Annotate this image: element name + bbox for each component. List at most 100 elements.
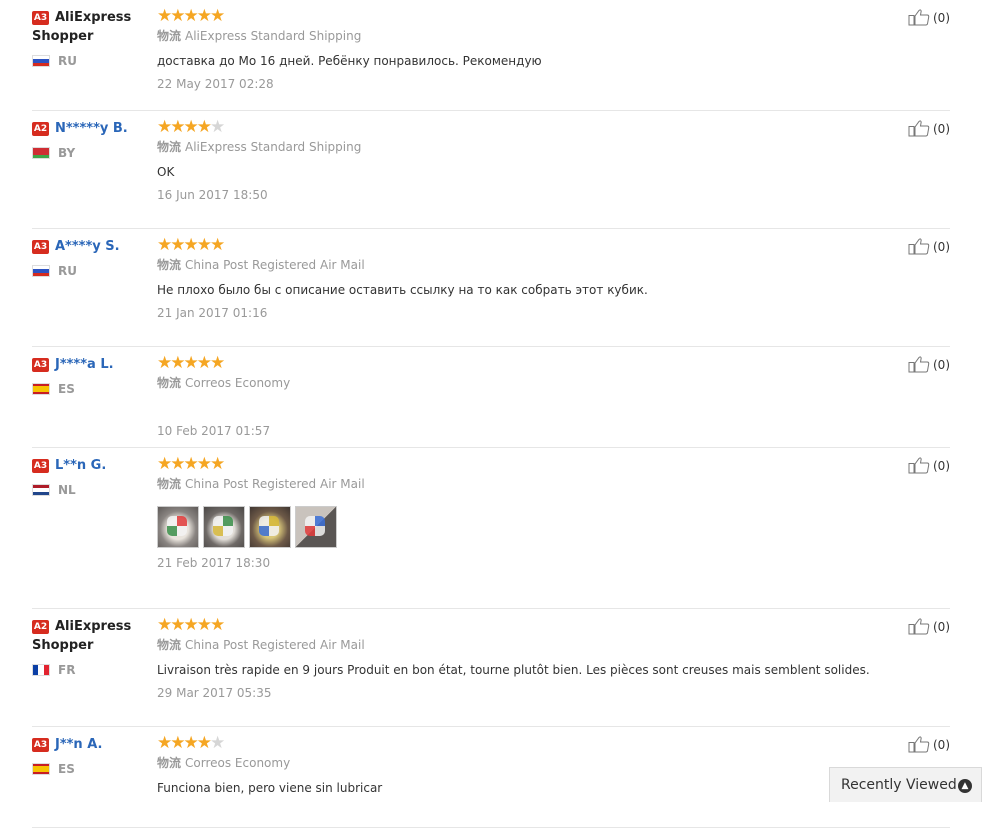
helpful-count: (0) xyxy=(933,358,950,372)
flag-icon xyxy=(32,763,50,775)
shipping-method-label: AliExpress Standard Shipping xyxy=(185,29,362,43)
reviewer-name-row[interactable]: A3 J**n A. xyxy=(32,735,152,754)
helpful-count: (0) xyxy=(933,11,950,25)
helpful-button[interactable]: (0) xyxy=(908,119,950,138)
review-text: доставка до Мо 16 дней. Ребёнку понравил… xyxy=(157,54,542,68)
review-body: ★★★★★ 物流 China Post Registered Air Mail Liv… xyxy=(157,609,950,701)
reviewer-info: A3 AliExpress Shopper RU xyxy=(32,8,152,68)
reviewer-info: A3 A****y S. RU xyxy=(32,237,152,278)
review-photo-thumbnail[interactable] xyxy=(295,506,337,548)
level-badge: A2 xyxy=(32,122,49,136)
star-rating: ★★★★★ xyxy=(157,353,950,373)
reviewer-name-row[interactable]: A3 J****a L. xyxy=(32,355,152,374)
reviewer-name[interactable]: N*****y B. xyxy=(55,121,128,136)
review-item: A3 J**n A. ES ★★★★★ 物流 Correos Economy Funcion… xyxy=(32,727,950,828)
helpful-button[interactable]: (0) xyxy=(908,355,950,374)
star-rating: ★★★★★ xyxy=(157,6,950,26)
logistics-icon: 物流 xyxy=(157,376,182,390)
country-code: RU xyxy=(58,54,77,68)
star-icon: ★ xyxy=(210,733,226,753)
thumbs-up-icon xyxy=(908,356,930,373)
reviewer-info: A3 J**n A. ES xyxy=(32,735,152,776)
review-item: A3 L**n G. NL ★★★★★ 物流 China Post Registered … xyxy=(32,448,950,609)
shipping-method: 物流 China Post Registered Air Mail xyxy=(157,257,950,273)
level-badge: A3 xyxy=(32,11,49,25)
reviewer-info: A2 AliExpress Shopper FR xyxy=(32,617,152,677)
helpful-button[interactable]: (0) xyxy=(908,456,950,475)
helpful-button[interactable]: (0) xyxy=(908,8,950,27)
reviewer-name-row[interactable]: A3 A****y S. xyxy=(32,237,152,256)
helpful-button[interactable]: (0) xyxy=(908,617,950,636)
reviewer-name-row[interactable]: A3 L**n G. xyxy=(32,456,152,475)
helpful-count: (0) xyxy=(933,738,950,752)
star-rating: ★★★★★ xyxy=(157,454,950,474)
shipping-method: 物流 China Post Registered Air Mail xyxy=(157,476,950,492)
review-body: ★★★★★ 物流 China Post Registered Air Mail Не … xyxy=(157,229,950,321)
recently-viewed-tab[interactable]: Recently Viewed ▲ xyxy=(829,767,982,802)
reviewer-info: A2 N*****y B. BY xyxy=(32,119,152,160)
shipping-method-label: China Post Registered Air Mail xyxy=(185,638,365,652)
review-text: Не плохо было бы с описание оставить ссы… xyxy=(157,283,648,297)
reviewer-country: ES xyxy=(32,762,152,776)
star-icon: ★ xyxy=(210,117,226,137)
logistics-icon: 物流 xyxy=(157,477,182,491)
country-code: ES xyxy=(58,762,75,776)
country-code: NL xyxy=(58,483,76,497)
review-body: ★★★★★ 物流 China Post Registered Air Mail 21 … xyxy=(157,448,950,571)
review-photo-thumbnail[interactable] xyxy=(203,506,245,548)
reviewer-country: BY xyxy=(32,146,152,160)
logistics-icon: 物流 xyxy=(157,756,182,770)
shipping-method-label: China Post Registered Air Mail xyxy=(185,258,365,272)
flag-icon xyxy=(32,265,50,277)
reviewer-name-row[interactable]: A2 N*****y B. xyxy=(32,119,152,138)
shipping-method-label: AliExpress Standard Shipping xyxy=(185,140,362,154)
review-date: 21 Jan 2017 01:16 xyxy=(157,306,268,320)
reviewer-country: FR xyxy=(32,663,152,677)
shipping-method-label: Correos Economy xyxy=(185,756,291,770)
country-code: FR xyxy=(58,663,76,677)
review-item: A2 N*****y B. BY ★★★★★ 物流 AliExpress Standard… xyxy=(32,111,950,229)
reviewer-name[interactable]: J****a L. xyxy=(55,357,114,372)
review-body: ★★★★★ 物流 AliExpress Standard Shipping доста… xyxy=(157,0,950,92)
recently-viewed-label: Recently Viewed xyxy=(841,777,957,793)
star-icon: ★ xyxy=(210,353,226,373)
flag-icon xyxy=(32,55,50,67)
star-icon: ★ xyxy=(210,454,226,474)
shipping-method: 物流 Correos Economy xyxy=(157,375,950,391)
star-rating: ★★★★★ xyxy=(157,235,950,255)
star-icon: ★ xyxy=(210,6,226,26)
shipping-method-label: Correos Economy xyxy=(185,376,291,390)
star-icon: ★ xyxy=(210,235,226,255)
logistics-icon: 物流 xyxy=(157,638,182,652)
star-icon: ★ xyxy=(210,615,226,635)
review-date: 22 May 2017 02:28 xyxy=(157,77,274,91)
review-photo-thumbnail[interactable] xyxy=(249,506,291,548)
review-date: 16 Jun 2017 18:50 xyxy=(157,188,268,202)
review-text: Livraison très rapide en 9 jours Produit… xyxy=(157,663,870,677)
shipping-method: 物流 AliExpress Standard Shipping xyxy=(157,139,950,155)
reviewer-name[interactable]: J**n A. xyxy=(55,737,102,752)
helpful-button[interactable]: (0) xyxy=(908,735,950,754)
review-item: A3 A****y S. RU ★★★★★ 物流 China Post Registere… xyxy=(32,229,950,347)
star-rating: ★★★★★ xyxy=(157,733,950,753)
review-date: 29 Mar 2017 05:35 xyxy=(157,686,272,700)
level-badge: A3 xyxy=(32,240,49,254)
reviewer-name[interactable]: A****y S. xyxy=(55,239,120,254)
logistics-icon: 物流 xyxy=(157,140,182,154)
thumbs-up-icon xyxy=(908,238,930,255)
level-badge: A3 xyxy=(32,459,49,473)
helpful-button[interactable]: (0) xyxy=(908,237,950,256)
helpful-count: (0) xyxy=(933,620,950,634)
star-rating: ★★★★★ xyxy=(157,615,950,635)
helpful-count: (0) xyxy=(933,240,950,254)
reviewer-country: RU xyxy=(32,264,152,278)
thumbs-up-icon xyxy=(908,9,930,26)
country-code: ES xyxy=(58,382,75,396)
reviewer-country: ES xyxy=(32,382,152,396)
star-rating: ★★★★★ xyxy=(157,117,950,137)
shipping-method: 物流 AliExpress Standard Shipping xyxy=(157,28,950,44)
chevron-up-icon[interactable]: ▲ xyxy=(958,779,972,793)
review-item: A3 J****a L. ES ★★★★★ 物流 Correos Economy 10 Fe… xyxy=(32,347,950,448)
reviewer-name[interactable]: L**n G. xyxy=(55,458,106,473)
review-photo-thumbnail[interactable] xyxy=(157,506,199,548)
